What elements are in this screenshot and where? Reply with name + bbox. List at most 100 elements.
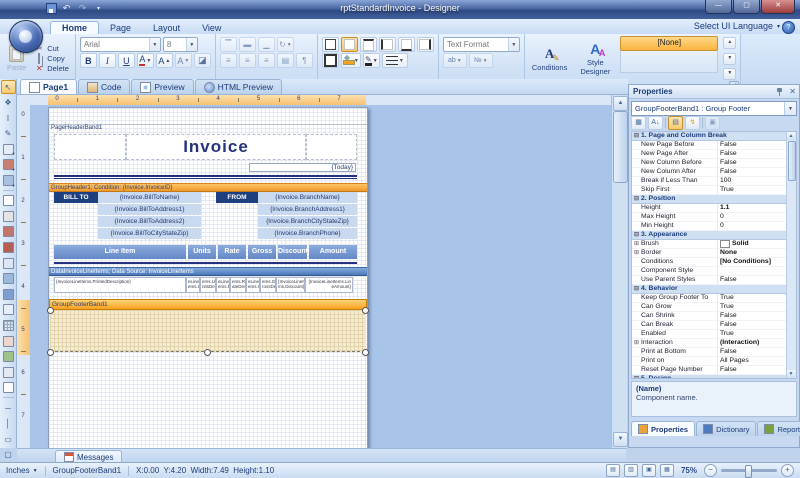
- properties-view-icon[interactable]: ▤: [668, 116, 683, 130]
- data-cell[interactable]: ems.UnitsDe: [200, 277, 216, 293]
- selection-handle[interactable]: [362, 349, 369, 356]
- scroll-up-icon[interactable]: ▲: [613, 96, 628, 111]
- collapse-icon[interactable]: ⊟: [632, 375, 641, 379]
- properties-scrollbar[interactable]: ▲ ▼: [786, 132, 796, 378]
- property-value[interactable]: True: [718, 186, 787, 194]
- scroll-up-icon[interactable]: ▲: [787, 132, 795, 140]
- rectangle-shape-icon[interactable]: ▭: [1, 432, 16, 446]
- close-panel-icon[interactable]: ✕: [789, 87, 796, 96]
- panel-tab-report-tree[interactable]: Report Tree: [757, 421, 800, 436]
- align-right-button[interactable]: ≡: [258, 53, 275, 68]
- collapse-icon[interactable]: ⊟: [632, 132, 641, 140]
- property-category[interactable]: ⊟5. Design: [632, 375, 787, 379]
- data-cell[interactable]: {InvoiceLineItems.LineAmount}: [305, 277, 353, 293]
- style-tool-icon[interactable]: ✎: [1, 127, 16, 141]
- format-symbols-button[interactable]: №▼: [469, 53, 493, 68]
- border-color-button[interactable]: ✎▼: [363, 53, 380, 68]
- scroll-down-icon[interactable]: ▼: [613, 432, 628, 447]
- header-cell-left[interactable]: [54, 134, 126, 160]
- zoom-slider[interactable]: [721, 469, 777, 472]
- expand-icon[interactable]: ⊞: [632, 240, 641, 248]
- selection-handle[interactable]: [47, 307, 54, 314]
- cross-tab-component-icon[interactable]: [1, 334, 16, 348]
- zoom-out-button[interactable]: −: [704, 464, 717, 477]
- doc-tab-page1[interactable]: Page1: [20, 79, 77, 94]
- data-cell[interactable]: {InvoiceLineItems.Discount}: [276, 277, 305, 293]
- data-cell[interactable]: {InvoiceLineItems.PrintedDescription}: [54, 277, 186, 293]
- text-cursor-tool-icon[interactable]: I: [1, 111, 16, 125]
- from-header-cell[interactable]: FROM: [216, 192, 258, 203]
- property-value[interactable]: True: [718, 303, 787, 311]
- column-header-rate[interactable]: Rate: [218, 245, 246, 259]
- property-value[interactable]: 0: [718, 222, 787, 230]
- panel-tab-properties[interactable]: Properties: [631, 421, 695, 436]
- branch-name-cell[interactable]: {Invoice.BranchName}: [258, 192, 357, 203]
- collapse-icon[interactable]: ⊟: [632, 195, 641, 203]
- bill-to-name-cell[interactable]: {Invoice.BillToName}: [98, 192, 201, 203]
- font-family-combo[interactable]: Arial▼: [80, 37, 161, 52]
- page-header-band-label[interactable]: PageHeaderBand1: [51, 125, 102, 131]
- column-header-gross[interactable]: Gross: [248, 245, 276, 259]
- ribbon-tab-home[interactable]: Home: [50, 21, 99, 34]
- zoom-in-button[interactable]: +: [781, 464, 794, 477]
- units-selector[interactable]: Inches ▼: [6, 466, 38, 475]
- rich-text-component-icon[interactable]: [1, 381, 16, 395]
- horizontal-line-shape-icon[interactable]: ─: [1, 401, 16, 415]
- property-category[interactable]: ⊟2. Position: [632, 195, 787, 204]
- categorized-view-icon[interactable]: ▦: [631, 116, 646, 130]
- style-gallery-combo[interactable]: [None]: [620, 36, 718, 51]
- property-value[interactable]: True: [718, 330, 787, 338]
- format-presets-button[interactable]: ab▼: [443, 53, 467, 68]
- property-value[interactable]: False: [718, 150, 787, 158]
- doc-tab-preview[interactable]: Preview: [131, 79, 193, 94]
- collapse-icon[interactable]: ⊟: [632, 231, 641, 239]
- view-normal-icon[interactable]: ▤: [606, 464, 620, 477]
- today-cell[interactable]: {Today}: [249, 163, 356, 172]
- property-category[interactable]: ⊟3. Appearance: [632, 231, 787, 240]
- group-header-band-icon[interactable]: [1, 303, 16, 317]
- scroll-thumb[interactable]: [788, 141, 796, 181]
- property-value[interactable]: None: [718, 249, 787, 257]
- page-header-band-icon[interactable]: [1, 241, 16, 255]
- font-size-combo[interactable]: 8▼: [163, 37, 198, 52]
- bill-to-row-cell[interactable]: {Invoice.BillToCityStateZip}: [98, 228, 201, 239]
- scroll-thumb[interactable]: [613, 111, 628, 183]
- property-category[interactable]: ⊟4. Behavior: [632, 285, 787, 294]
- property-value[interactable]: False: [718, 366, 787, 374]
- align-top-button[interactable]: ▔: [220, 37, 237, 52]
- border-all-button[interactable]: [322, 37, 339, 52]
- panel-tab-dictionary[interactable]: Dictionary: [696, 421, 756, 436]
- view-layout-icon[interactable]: ▣: [642, 464, 656, 477]
- property-value[interactable]: 1.1: [718, 204, 787, 212]
- column-header-discount[interactable]: Discount: [278, 245, 307, 259]
- property-pages-icon[interactable]: ▣: [705, 116, 720, 130]
- barcode-component-icon[interactable]: [1, 365, 16, 379]
- border-outer-button[interactable]: [322, 53, 339, 68]
- border-right-button[interactable]: [417, 37, 434, 52]
- select-tool-icon[interactable]: ↖: [1, 80, 16, 94]
- ribbon-tab-view[interactable]: View: [191, 22, 232, 34]
- alphabetical-sort-icon[interactable]: A↓: [648, 116, 663, 130]
- header-divider-line[interactable]: [54, 175, 357, 179]
- image-component-icon[interactable]: [1, 350, 16, 364]
- property-value[interactable]: False: [718, 168, 787, 176]
- group-footer-band[interactable]: GroupFooterBand1: [49, 299, 367, 310]
- align-middle-button[interactable]: ▬: [239, 37, 256, 52]
- office-button[interactable]: [9, 20, 43, 53]
- fill-color-button[interactable]: ▼: [341, 53, 361, 68]
- property-value[interactable]: False: [718, 159, 787, 167]
- property-value[interactable]: True: [718, 294, 787, 302]
- component-selector-combo[interactable]: GroupFooterBand1 : Group Footer ▼: [631, 101, 797, 116]
- doc-tab-html-preview[interactable]: HTML Preview: [195, 79, 282, 94]
- text-format-combo[interactable]: Text Format▼: [443, 37, 520, 52]
- events-view-icon[interactable]: ↯: [685, 116, 700, 130]
- text-component-icon[interactable]: [1, 194, 16, 208]
- header-band-icon[interactable]: [1, 256, 16, 270]
- property-value[interactable]: (Interaction): [718, 339, 787, 347]
- border-left-button[interactable]: [379, 37, 396, 52]
- group-footer-band-area[interactable]: [50, 310, 365, 352]
- style-designer-button[interactable]: AA Style Designer: [573, 36, 617, 81]
- property-category[interactable]: ⊟1. Page and Column Break: [632, 132, 787, 141]
- property-value[interactable]: All Pages: [718, 357, 787, 365]
- border-top-button[interactable]: [360, 37, 377, 52]
